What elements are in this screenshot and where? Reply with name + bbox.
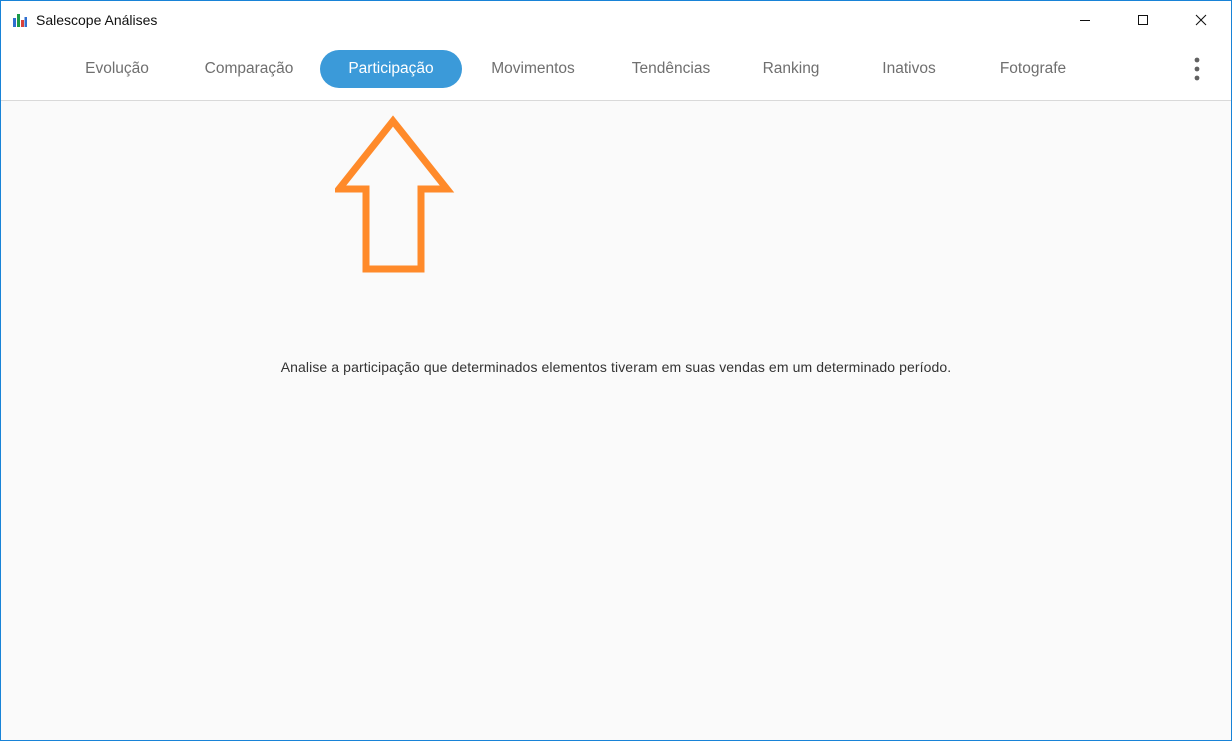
content-area: Analise a participação que determinados … <box>1 101 1231 740</box>
minimize-icon <box>1080 20 1090 21</box>
tab-participacao[interactable]: Participação <box>320 50 462 88</box>
tab-fotografe[interactable]: Fotografe <box>985 50 1081 88</box>
bar-chart-icon <box>13 14 27 27</box>
tab-evolucao[interactable]: Evolução <box>73 50 161 88</box>
maximize-button[interactable] <box>1114 1 1172 39</box>
tab-comparacao[interactable]: Comparação <box>191 50 307 88</box>
tab-bar: Evolução Comparação Participação Movimen… <box>1 39 1231 101</box>
participation-description: Analise a participação que determinados … <box>280 359 952 375</box>
tab-inativos[interactable]: Inativos <box>867 50 951 88</box>
up-arrow-icon <box>335 115 455 273</box>
close-button[interactable] <box>1172 1 1230 39</box>
title-bar[interactable]: Salescope Análises <box>1 1 1231 39</box>
app-window: Salescope Análises Evolução Comparação P… <box>0 0 1232 741</box>
tab-ranking[interactable]: Ranking <box>751 50 831 88</box>
tab-tendencias[interactable]: Tendências <box>619 50 723 88</box>
minimize-button[interactable] <box>1056 1 1114 39</box>
close-icon <box>1195 14 1207 26</box>
tab-movimentos[interactable]: Movimentos <box>477 50 589 88</box>
window-title: Salescope Análises <box>36 12 158 28</box>
maximize-icon <box>1138 15 1148 25</box>
more-vertical-icon[interactable] <box>1185 54 1209 84</box>
